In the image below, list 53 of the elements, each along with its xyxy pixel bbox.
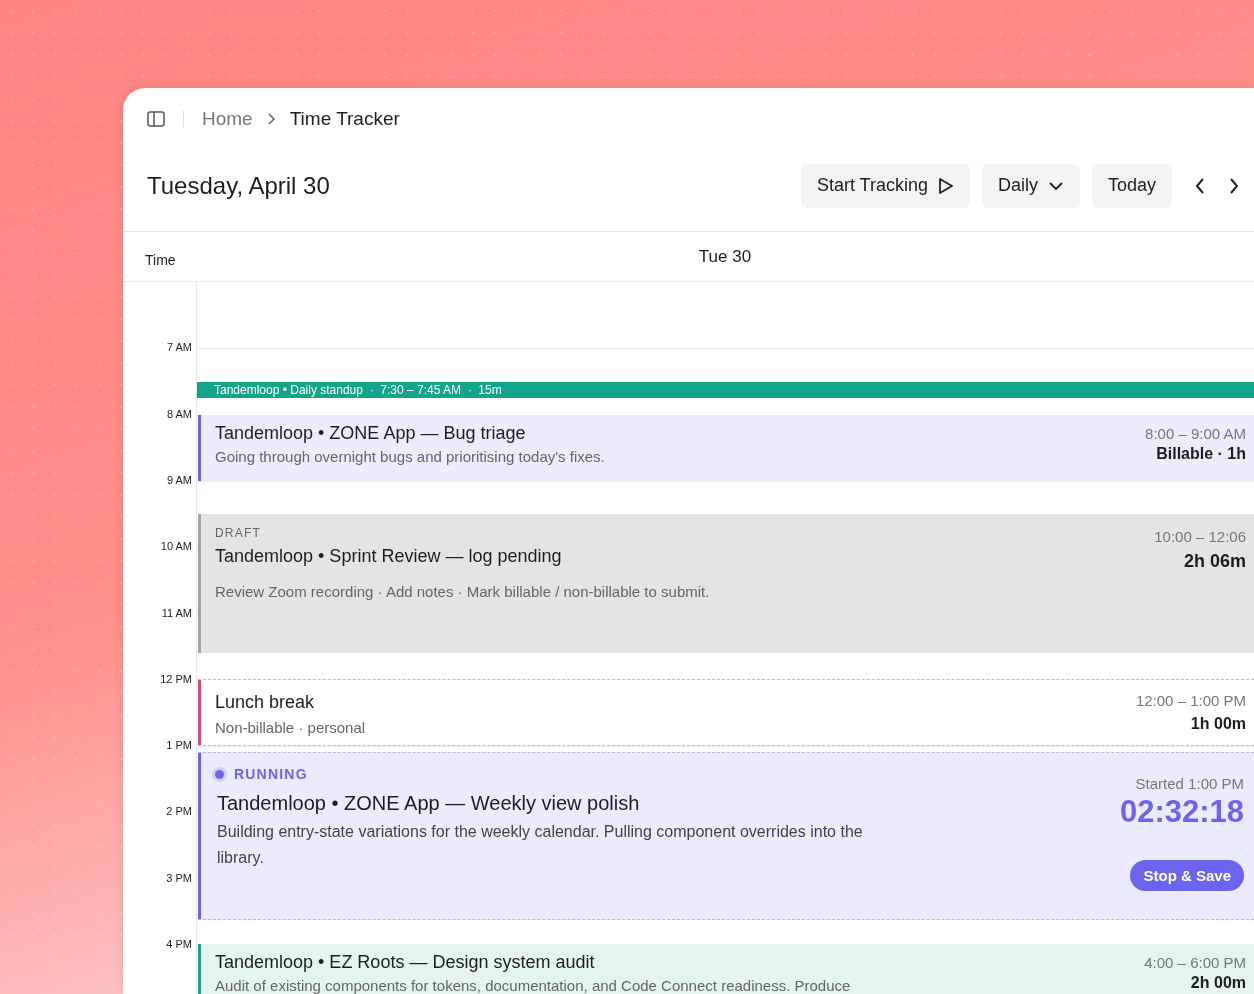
view-dropdown[interactable]: Daily (981, 163, 1080, 208)
event-time: 8:00 – 9:00 AM (1145, 425, 1246, 442)
breadcrumb-current: Time Tracker (289, 108, 400, 130)
elapsed-timer: 02:32:18 (1119, 794, 1244, 830)
event-description: Review Zoom recording · Add notes · Mark billable / non-billable to submit. (215, 583, 710, 600)
chevron-down-icon (1047, 180, 1064, 191)
hour-label: 1 PM (166, 738, 192, 753)
event-time: 12:00 – 1:00 PM (1135, 692, 1246, 709)
event-time: Started 1:00 PM (1135, 775, 1244, 792)
chevron-right-icon[interactable] (1228, 176, 1240, 195)
stop-save-button[interactable]: Stop & Save (1130, 860, 1244, 891)
status-label: RUNNING (234, 766, 308, 782)
event-title: Lunch break (215, 692, 315, 713)
event-title: Tandemloop • EZ Roots — Design system audit (215, 952, 595, 973)
day-column-header: Tue 30 (698, 246, 752, 267)
chevron-left-icon[interactable] (1194, 176, 1206, 195)
hour-label: 12 PM (160, 671, 192, 686)
breadcrumb-link[interactable]: Home (202, 108, 253, 130)
event-description: Audit of existing components for tokens, documentation, and Code Connect readiness. Produce (215, 977, 851, 994)
calendar-event[interactable]: Tandemloop • EZ Roots — Design system audit Audit of existing components for tokens, documentation, and Code Connect readiness. Produce 4:00 – 6:00 PM 2h 00m (198, 944, 1254, 994)
hour-label: 11 AM (161, 605, 192, 620)
hour-label: 3 PM (166, 870, 192, 885)
event-duration: Billable · 1h (1156, 445, 1246, 463)
calendar-event[interactable]: Lunch break Non-billable · personal 12:00 – 1:00 PM 1h 00m (198, 679, 1254, 746)
event-duration: 2h 00m (1190, 974, 1246, 992)
hour-label: 7 AM (166, 340, 192, 355)
event-duration: 2h 06m (1183, 551, 1246, 572)
event-time: 4:00 – 6:00 PM (1144, 954, 1246, 971)
calendar-event[interactable]: Tandemloop • ZONE App — Bug triage Going through overnight bugs and prioritising today's fixes. 8:00 – 9:00 AM Billable · 1h (198, 415, 1254, 481)
event-duration: 1h 00m (1190, 715, 1246, 733)
calendar-event[interactable]: RUNNING Tandemloop • ZONE App — Weekly view polish Building entry-state variations for the weekly calendar. Pulling component overrides into the library. Started 1:00 PM 02:32:18 Stop & Save (198, 752, 1254, 920)
hour-label: 10 AM (160, 539, 192, 554)
time-column-header: Time (145, 251, 176, 268)
hour-label: 2 PM (166, 804, 192, 819)
toolbar-button[interactable]: Today (1091, 163, 1172, 208)
event-description: Building entry-state variations for the weekly calendar. Pulling component overrides into the library. (217, 822, 864, 868)
hour-label: 8 AM (166, 406, 192, 421)
event-title: Tandemloop • ZONE App — Weekly view polish (217, 792, 640, 815)
event-description: Going through overnight bugs and prioritising today's fixes. (215, 448, 605, 465)
play-icon (937, 176, 954, 195)
hour-label: 9 AM (166, 472, 192, 487)
chevron-right-icon (266, 112, 276, 126)
event-title: Tandemloop • Sprint Review — log pending (215, 546, 562, 567)
event-title: Tandemloop • ZONE App — Bug triage (215, 423, 526, 444)
hour-label: 4 PM (166, 937, 192, 951)
calendar-event[interactable]: DRAFT Tandemloop • Sprint Review — log pending Review Zoom recording · Add notes · Mark billable / non-billable to submit. 10:00 – 12:06 2h 06m (198, 514, 1254, 653)
running-indicator-icon (215, 769, 224, 779)
toolbar-button[interactable]: Start Tracking (800, 163, 970, 208)
date-title: Tuesday, April 30 (147, 171, 330, 200)
event-time: 10:00 – 12:06 (1154, 528, 1246, 545)
event-description: Non-billable · personal (215, 719, 366, 736)
status-label: DRAFT (215, 526, 261, 540)
sidebar-toggle-icon[interactable] (147, 111, 165, 127)
